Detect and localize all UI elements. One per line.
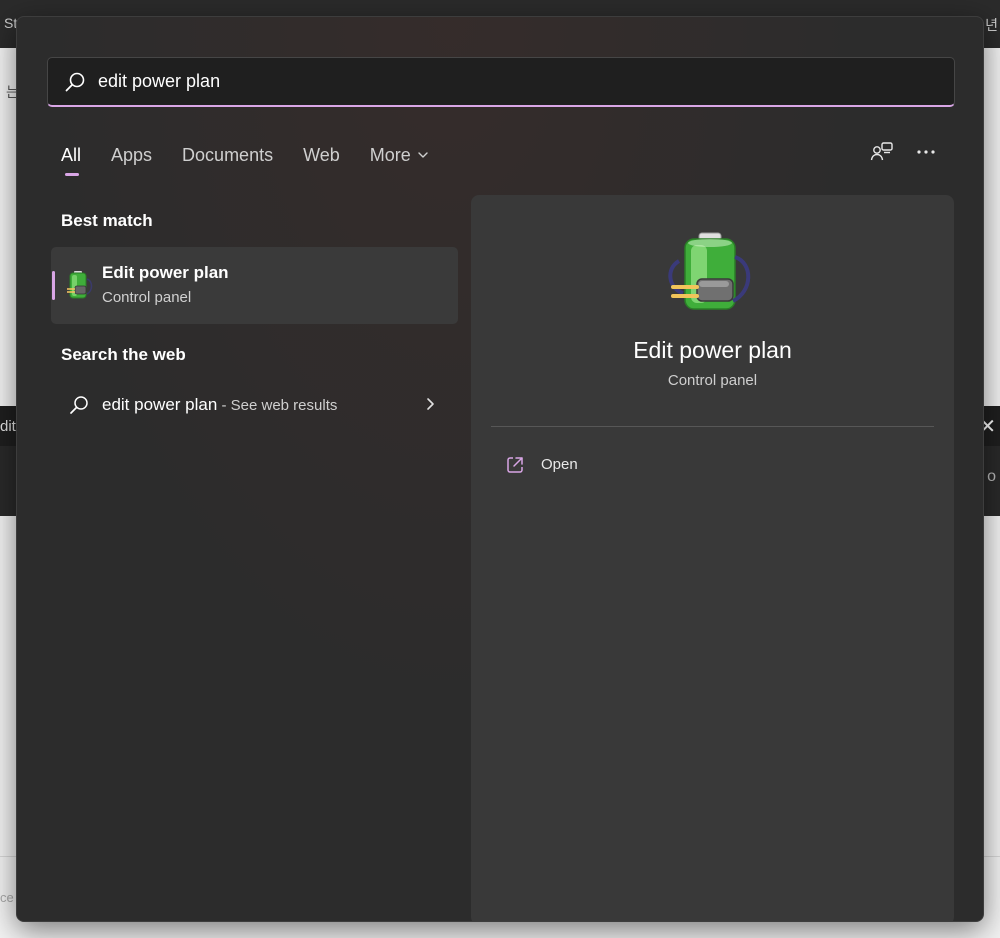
preview-subtitle: Control panel	[667, 372, 758, 389]
open-external-icon	[507, 457, 523, 473]
web-result-text: edit power plan - See web results	[102, 395, 337, 415]
battery-plug-icon	[67, 271, 93, 299]
background-bottom-text: ce	[0, 890, 14, 905]
tab-more-label: More	[369, 145, 411, 165]
best-match-subtitle: Control panel	[102, 289, 192, 306]
selection-indicator	[52, 271, 55, 300]
best-match-title: Edit power plan	[102, 263, 229, 282]
preview-panel: Edit power plan Control panel Open	[471, 195, 954, 921]
tab-all[interactable]: All	[61, 141, 81, 176]
search-box[interactable]	[47, 57, 955, 107]
toolbar-icons	[855, 135, 943, 169]
best-match-heading: Best match	[61, 211, 153, 230]
tab-more[interactable]: More	[370, 141, 429, 169]
battery-plug-icon	[668, 232, 751, 310]
search-input[interactable]	[98, 58, 938, 104]
web-result-suffix: - See web results	[217, 397, 338, 414]
search-icon	[70, 396, 88, 414]
web-result-row[interactable]: edit power plan - See web results	[51, 383, 458, 427]
tab-documents[interactable]: Documents	[182, 141, 273, 169]
chevron-right-icon	[427, 398, 434, 410]
tab-web[interactable]: Web	[303, 141, 340, 169]
background-band-text: dit	[0, 418, 16, 435]
account-switch-button[interactable]	[865, 135, 899, 169]
tab-apps[interactable]: Apps	[111, 141, 152, 169]
search-web-heading: Search the web	[61, 345, 186, 364]
preview-title: Edit power plan	[633, 337, 792, 363]
web-result-query: edit power plan	[102, 395, 218, 414]
best-match-result[interactable]: Edit power plan Control panel	[51, 247, 458, 324]
background-title-right-text: 년	[985, 17, 998, 33]
preview-divider	[491, 426, 934, 427]
filter-tabs: All Apps Documents Web More	[61, 137, 459, 176]
more-options-icon	[917, 150, 935, 154]
chevron-down-icon	[418, 152, 428, 158]
account-switch-icon	[870, 142, 893, 161]
open-label: Open	[541, 456, 578, 473]
search-flyout: All Apps Documents Web More	[16, 16, 984, 922]
background-search-icon: ο	[987, 468, 996, 485]
search-icon	[65, 72, 85, 92]
open-button[interactable]: Open	[491, 445, 934, 485]
more-options-button[interactable]	[909, 135, 943, 169]
